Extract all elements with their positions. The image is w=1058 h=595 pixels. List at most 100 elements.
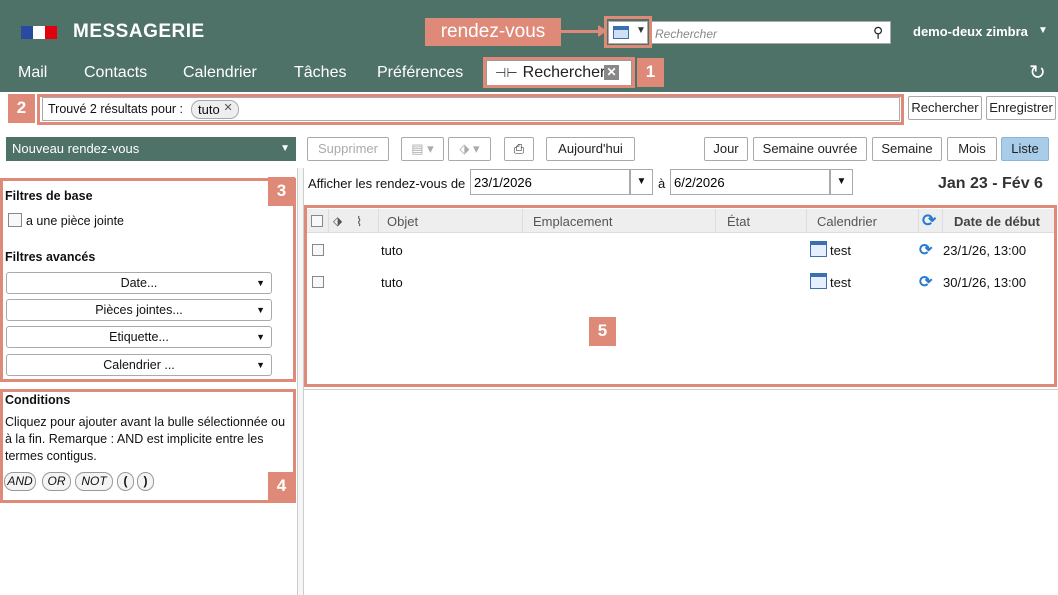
new-appointment-button[interactable]: Nouveau rendez-vous ▼ [6,137,296,161]
row-checkbox[interactable] [312,276,324,288]
list-header: ⬗ ⌇ Objet Emplacement État Calendrier ⟳ … [306,209,1054,233]
select-all-checkbox[interactable] [311,215,323,227]
search-type-dropdown[interactable]: ▼ [608,21,648,44]
annotation-number-4: 4 [268,472,295,501]
chevron-down-icon: ▼ [256,305,265,315]
chevron-down-icon: ▼ [636,176,647,187]
advanced-filters-title: Filtres avancés [5,250,96,264]
condition-and-button[interactable]: AND [4,472,36,491]
column-calendar[interactable]: Calendrier [817,214,877,229]
date-range-title: Jan 23 - Fév 6 [938,175,1043,192]
condition-open-paren-button[interactable]: ( [117,472,134,491]
new-appointment-label: Nouveau rendez-vous [12,141,140,156]
row-start-date: 30/1/26, 13:00 [943,275,1027,290]
condition-close-paren-button[interactable]: ) [137,472,154,491]
row-checkbox[interactable] [312,244,324,256]
chevron-down-icon: ▼ [256,278,265,288]
calendar-icon [810,241,827,257]
chevron-down-icon[interactable]: ▼ [280,137,290,161]
chevron-down-icon: ▼ [636,25,646,36]
print-button[interactable]: ⎙ [504,137,534,161]
table-row[interactable]: tuto test ⟳ 23/1/26, 13:00 [306,235,1054,266]
tab-tasks[interactable]: Tâches [294,64,346,82]
date-from-picker[interactable]: ▼ [630,169,653,195]
pane-splitter[interactable] [297,168,304,595]
today-button[interactable]: Aujourd'hui [546,137,635,161]
refresh-icon[interactable]: ↻ [1029,60,1046,85]
tab-search-label: Rechercher [522,64,606,81]
filter-attachments-label: Pièces jointes... [95,303,183,317]
row-subject: tuto [381,275,403,290]
filter-tag-dropdown[interactable]: Etiquette... ▼ [6,326,272,348]
close-icon[interactable]: ✕ [604,65,619,80]
tab-preferences[interactable]: Préférences [377,64,463,82]
date-to-label: à [658,176,666,191]
search-input[interactable] [651,21,891,44]
view-list-button[interactable]: Liste [1001,137,1049,161]
search-icon[interactable]: ⚲ [873,24,889,40]
tab-mail[interactable]: Mail [18,64,47,82]
republic-logo [21,26,57,39]
tab-contacts[interactable]: Contacts [84,64,147,82]
recurrence-icon[interactable]: ⟳ [922,211,936,231]
conditions-title: Conditions [5,393,71,407]
tab-calendar[interactable]: Calendrier [183,64,257,82]
column-status[interactable]: État [727,214,750,229]
top-header: MESSAGERIE ▼ ⚲ demo-deux zimbra ▼ Mail C… [0,0,1058,92]
filter-calendar-dropdown[interactable]: Calendrier ... ▼ [6,354,272,376]
filter-pane [0,168,298,595]
view-workweek-button[interactable]: Semaine ouvrée [753,137,867,161]
delete-button[interactable]: Supprimer [307,137,389,161]
tag-button[interactable]: ⬗ ▾ [448,137,491,161]
chevron-down-icon[interactable]: ▼ [1038,25,1048,36]
close-icon[interactable]: ✕ [223,101,232,114]
print-menu-button[interactable]: ▤ ▾ [401,137,444,161]
search-button[interactable]: Rechercher [908,96,982,120]
view-week-button[interactable]: Semaine [872,137,942,161]
tag-column-icon[interactable]: ⬗ [333,214,342,228]
calendar-icon [810,273,827,289]
filter-attachments-dropdown[interactable]: Pièces jointes... ▼ [6,299,272,321]
print-stack-icon: ▤ ▾ [411,141,434,156]
divider [304,389,1058,390]
annotation-number-3: 3 [268,177,295,206]
date-to-picker[interactable]: ▼ [830,169,853,195]
table-row[interactable]: tuto test ⟳ 30/1/26, 13:00 [306,267,1054,298]
column-location[interactable]: Emplacement [533,214,612,229]
tag-icon: ⬗ ▾ [459,141,480,156]
row-calendar: test [830,243,851,258]
query-bubble[interactable]: tuto ✕ [191,100,239,119]
filter-date-dropdown[interactable]: Date... ▼ [6,272,272,294]
column-start-date[interactable]: Date de début [954,214,1040,229]
date-to-input[interactable] [670,169,830,195]
date-from-input[interactable] [470,169,630,195]
save-search-button[interactable]: Enregistrer [986,96,1056,120]
view-day-button[interactable]: Jour [704,137,748,161]
annotation-number-5: 5 [589,317,616,346]
search-query-bar[interactable]: Trouvé 2 résultats pour : tuto ✕ [42,97,900,121]
row-start-date: 23/1/26, 13:00 [943,243,1027,258]
tab-search[interactable]: ⊣⊢ Rechercher ✕ [486,60,632,85]
annotation-arrow [561,25,607,37]
annotation-number-2: 2 [8,94,35,123]
paperclip-icon[interactable]: ⌇ [356,214,362,230]
filter-calendar-label: Calendrier ... [103,358,175,372]
filter-tag-label: Etiquette... [109,330,169,344]
query-text: tuto [198,102,220,117]
annotation-number-1: 1 [637,58,664,87]
conditions-help: Cliquez pour ajouter avant la bulle séle… [5,415,286,463]
row-subject: tuto [381,243,403,258]
app-title: MESSAGERIE [73,21,205,42]
condition-or-button[interactable]: OR [42,472,71,491]
user-menu[interactable]: demo-deux zimbra [913,24,1028,39]
attachment-checkbox[interactable] [8,213,22,227]
basic-filters-title: Filtres de base [5,189,93,203]
calendar-icon [613,26,629,39]
date-range-label: Afficher les rendez-vous de [308,176,466,191]
recurrence-icon: ⟳ [919,274,933,291]
column-subject[interactable]: Objet [387,214,418,229]
condition-not-button[interactable]: NOT [75,472,113,491]
annotation-label: rendez-vous [425,18,561,46]
view-month-button[interactable]: Mois [947,137,997,161]
chevron-down-icon: ▼ [256,332,265,342]
